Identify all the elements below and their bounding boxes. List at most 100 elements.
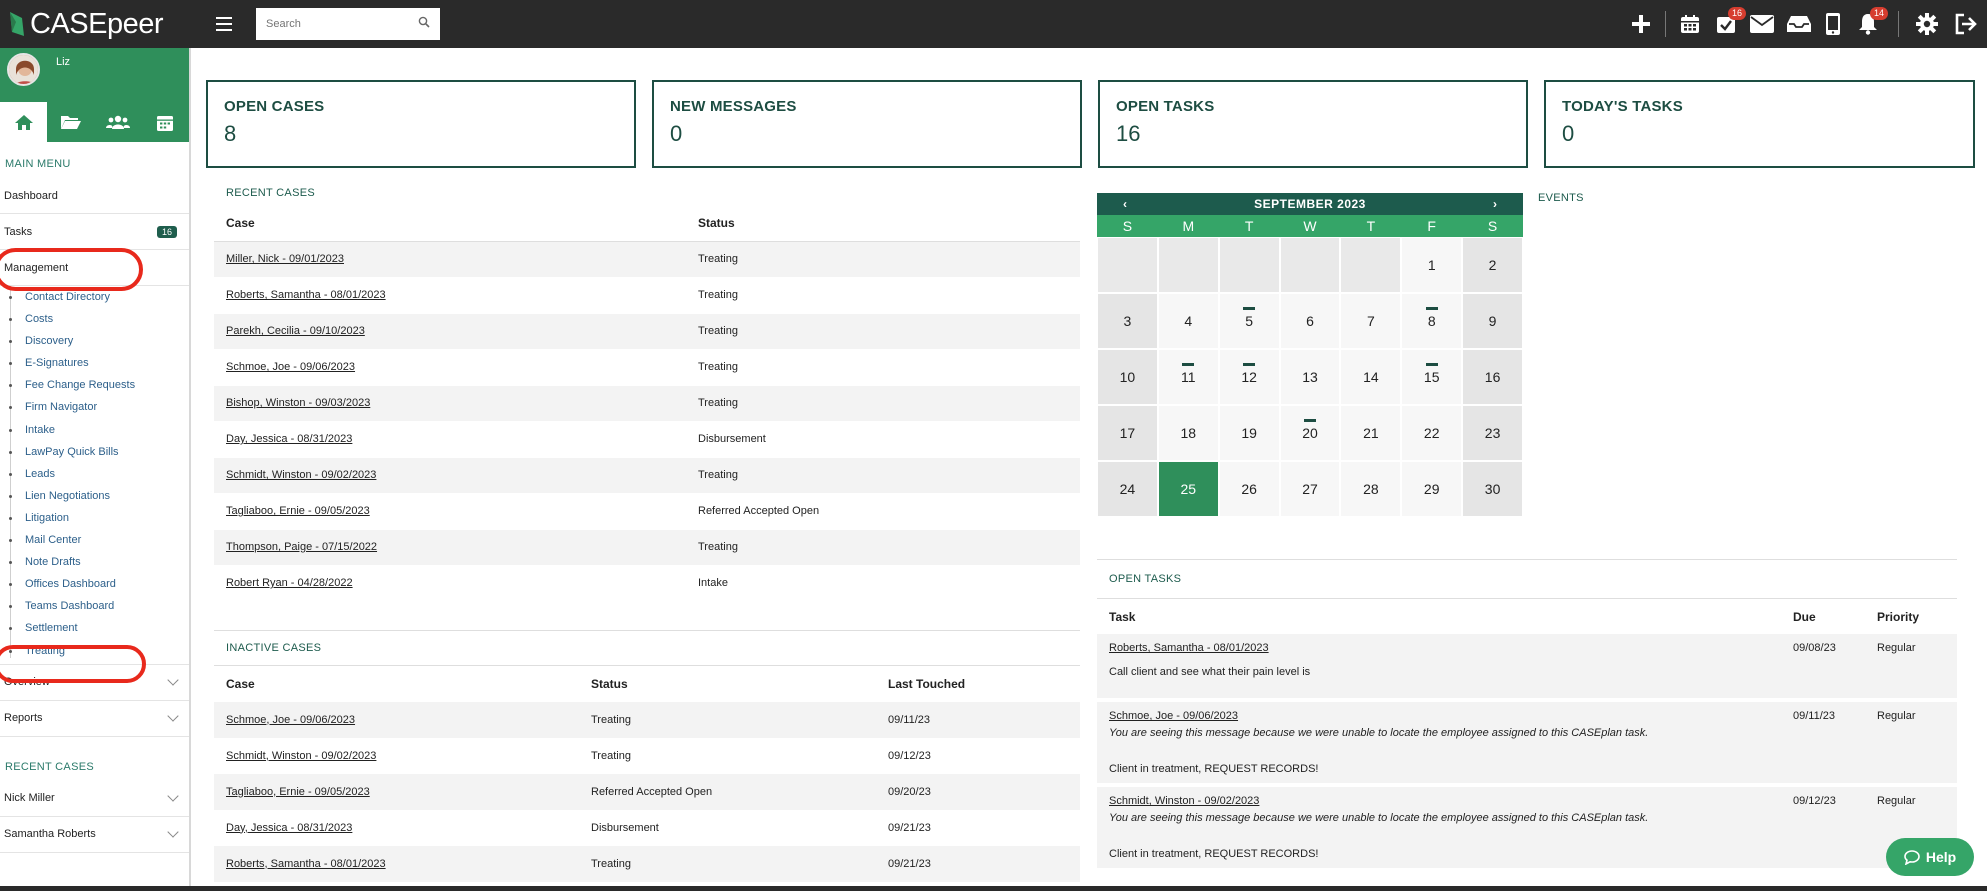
submenu-item[interactable]: Teams Dashboard bbox=[0, 595, 189, 617]
task-row[interactable]: Schmidt, Winston - 09/02/2023 You are see… bbox=[1097, 787, 1957, 868]
submenu-item[interactable]: Lien Negotiations bbox=[0, 485, 189, 507]
table-row[interactable]: Schmoe, Joe - 09/06/2023 Treating 09/11/23 bbox=[214, 701, 1080, 738]
task-case-link[interactable]: Schmidt, Winston - 09/02/2023 bbox=[1109, 795, 1259, 807]
stat-card-new-messages[interactable]: NEW MESSAGES 0 bbox=[652, 80, 1082, 168]
calendar-day[interactable]: 25 bbox=[1157, 461, 1219, 517]
search-input[interactable] bbox=[266, 18, 418, 30]
table-row[interactable]: Robert Ryan - 04/28/2022 Intake bbox=[214, 565, 1080, 602]
sidebar-item-dashboard[interactable]: Dashboard bbox=[0, 178, 189, 214]
calendar-day[interactable]: 14 bbox=[1340, 349, 1402, 405]
add-icon[interactable] bbox=[1623, 0, 1659, 48]
sidebar-item-tasks[interactable]: Tasks 16 bbox=[0, 214, 189, 250]
submenu-item[interactable]: LawPay Quick Bills bbox=[0, 441, 189, 463]
sidebar-recent-case[interactable]: Samantha Roberts bbox=[0, 817, 189, 853]
calendar-day[interactable]: 19 bbox=[1218, 405, 1280, 461]
calendar-day[interactable]: 29 bbox=[1401, 461, 1463, 517]
table-row[interactable]: Thompson, Paige - 07/15/2022 Treating bbox=[214, 529, 1080, 566]
mobile-phone-icon[interactable] bbox=[1818, 0, 1848, 48]
submenu-item[interactable]: Treating bbox=[0, 640, 189, 662]
submenu-item[interactable]: Firm Navigator bbox=[0, 396, 189, 418]
calendar-day[interactable]: 5 bbox=[1218, 293, 1280, 349]
sidebar-item-reports[interactable]: Reports bbox=[0, 701, 189, 737]
submenu-item[interactable]: Intake bbox=[0, 419, 189, 441]
calendar-icon[interactable] bbox=[1672, 0, 1708, 48]
submenu-item[interactable]: Contact Directory bbox=[0, 286, 189, 308]
calendar-day[interactable]: 3 bbox=[1097, 293, 1158, 349]
submenu-item[interactable]: Fee Change Requests bbox=[0, 374, 189, 396]
table-row[interactable]: Schmidt, Winston - 09/02/2023 Treating 09/… bbox=[214, 738, 1080, 774]
calendar-day[interactable]: 20 bbox=[1279, 405, 1341, 461]
calendar-day[interactable]: 8 bbox=[1401, 293, 1463, 349]
calendar-day[interactable]: 2 bbox=[1462, 237, 1523, 293]
inbox-tray-icon[interactable] bbox=[1780, 0, 1818, 48]
search-box[interactable] bbox=[256, 8, 440, 40]
calendar-day[interactable]: 11 bbox=[1157, 349, 1219, 405]
submenu-item[interactable]: Mail Center bbox=[0, 529, 189, 551]
table-row[interactable]: Roberts, Samantha - 08/01/2023 Treating 09… bbox=[214, 845, 1080, 882]
table-row[interactable]: Parekh, Cecilia - 09/10/2023 Treating bbox=[214, 313, 1080, 350]
calendar-day[interactable]: 4 bbox=[1157, 293, 1219, 349]
help-button[interactable]: Help bbox=[1886, 838, 1974, 876]
stat-card-open-cases[interactable]: OPEN CASES 8 bbox=[206, 80, 636, 168]
submenu-item[interactable]: Costs bbox=[0, 308, 189, 330]
task-row[interactable]: Roberts, Samantha - 08/01/2023 Call clien… bbox=[1097, 634, 1957, 698]
submenu-item[interactable]: Litigation bbox=[0, 507, 189, 529]
avatar[interactable] bbox=[7, 53, 40, 86]
table-row[interactable]: Day, Jessica - 08/31/2023 Disbursement bbox=[214, 421, 1080, 458]
table-row[interactable]: Roberts, Samantha - 08/01/2023 Treating bbox=[214, 277, 1080, 314]
table-row[interactable]: Schmoe, Joe - 09/06/2023 Treating bbox=[214, 349, 1080, 386]
table-row[interactable]: Bishop, Winston - 09/03/2023 Treating bbox=[214, 385, 1080, 422]
calendar-day[interactable]: 1 bbox=[1401, 237, 1463, 293]
case-link[interactable]: Day, Jessica - 08/31/2023 bbox=[226, 433, 352, 445]
calendar-day[interactable]: 24 bbox=[1097, 461, 1158, 517]
calendar-day[interactable]: 21 bbox=[1340, 405, 1402, 461]
case-link[interactable]: Schmoe, Joe - 09/06/2023 bbox=[226, 714, 355, 726]
calendar-day[interactable]: 6 bbox=[1279, 293, 1341, 349]
task-row[interactable]: Schmoe, Joe - 09/06/2023 You are seeing t… bbox=[1097, 702, 1957, 783]
tasks-check-icon[interactable]: 16 bbox=[1708, 0, 1747, 48]
submenu-item[interactable]: Note Drafts bbox=[0, 551, 189, 573]
tab-calendar[interactable] bbox=[142, 102, 189, 142]
table-row[interactable]: Schmidt, Winston - 09/02/2023 Treating bbox=[214, 457, 1080, 494]
calendar-day[interactable]: 17 bbox=[1097, 405, 1158, 461]
calendar-next-button[interactable]: › bbox=[1493, 197, 1497, 211]
case-link[interactable]: Robert Ryan - 04/28/2022 bbox=[226, 577, 353, 589]
search-icon[interactable] bbox=[418, 15, 430, 33]
calendar-day[interactable]: 10 bbox=[1097, 349, 1158, 405]
case-link[interactable]: Roberts, Samantha - 08/01/2023 bbox=[226, 289, 386, 301]
case-link[interactable]: Schmidt, Winston - 09/02/2023 bbox=[226, 750, 376, 762]
calendar-day[interactable]: 22 bbox=[1401, 405, 1463, 461]
calendar-day[interactable]: 13 bbox=[1279, 349, 1341, 405]
case-link[interactable]: Bishop, Winston - 09/03/2023 bbox=[226, 397, 370, 409]
case-link[interactable]: Roberts, Samantha - 08/01/2023 bbox=[226, 858, 386, 870]
sidebar-recent-case[interactable]: Nick Miller bbox=[0, 781, 189, 817]
table-row[interactable]: Miller, Nick - 09/01/2023 Treating bbox=[214, 241, 1080, 278]
tab-cases[interactable] bbox=[47, 102, 94, 142]
table-row[interactable]: Tagliaboo, Ernie - 09/05/2023 Referred Ac… bbox=[214, 493, 1080, 530]
stat-card-todays-tasks[interactable]: TODAY'S TASKS 0 bbox=[1544, 80, 1975, 168]
submenu-item[interactable]: E-Signatures bbox=[0, 352, 189, 374]
case-link[interactable]: Tagliaboo, Ernie - 09/05/2023 bbox=[226, 505, 370, 517]
calendar-day[interactable]: 16 bbox=[1462, 349, 1523, 405]
notifications-bell-icon[interactable]: 14 bbox=[1848, 0, 1889, 48]
tab-contacts[interactable] bbox=[95, 102, 142, 142]
calendar-day[interactable]: 15 bbox=[1401, 349, 1463, 405]
calendar-prev-button[interactable]: ‹ bbox=[1123, 197, 1127, 211]
case-link[interactable]: Tagliaboo, Ernie - 09/05/2023 bbox=[226, 786, 370, 798]
calendar-day[interactable]: 9 bbox=[1462, 293, 1523, 349]
submenu-item[interactable]: Offices Dashboard bbox=[0, 573, 189, 595]
gear-icon[interactable] bbox=[1909, 0, 1945, 48]
case-link[interactable]: Schmoe, Joe - 09/06/2023 bbox=[226, 361, 355, 373]
case-link[interactable]: Day, Jessica - 08/31/2023 bbox=[226, 822, 352, 834]
sidebar-item-management[interactable]: Management bbox=[0, 250, 189, 286]
tab-home[interactable] bbox=[0, 102, 48, 142]
case-link[interactable]: Schmidt, Winston - 09/02/2023 bbox=[226, 469, 376, 481]
calendar-day[interactable]: 27 bbox=[1279, 461, 1341, 517]
casepeer-logo[interactable]: CASEpeer bbox=[8, 8, 208, 41]
calendar-day[interactable]: 26 bbox=[1218, 461, 1280, 517]
case-link[interactable]: Parekh, Cecilia - 09/10/2023 bbox=[226, 325, 365, 337]
submenu-item[interactable]: Settlement bbox=[0, 617, 189, 639]
submenu-item[interactable]: Leads bbox=[0, 463, 189, 485]
calendar-day[interactable]: 12 bbox=[1218, 349, 1280, 405]
calendar-day[interactable]: 7 bbox=[1340, 293, 1402, 349]
